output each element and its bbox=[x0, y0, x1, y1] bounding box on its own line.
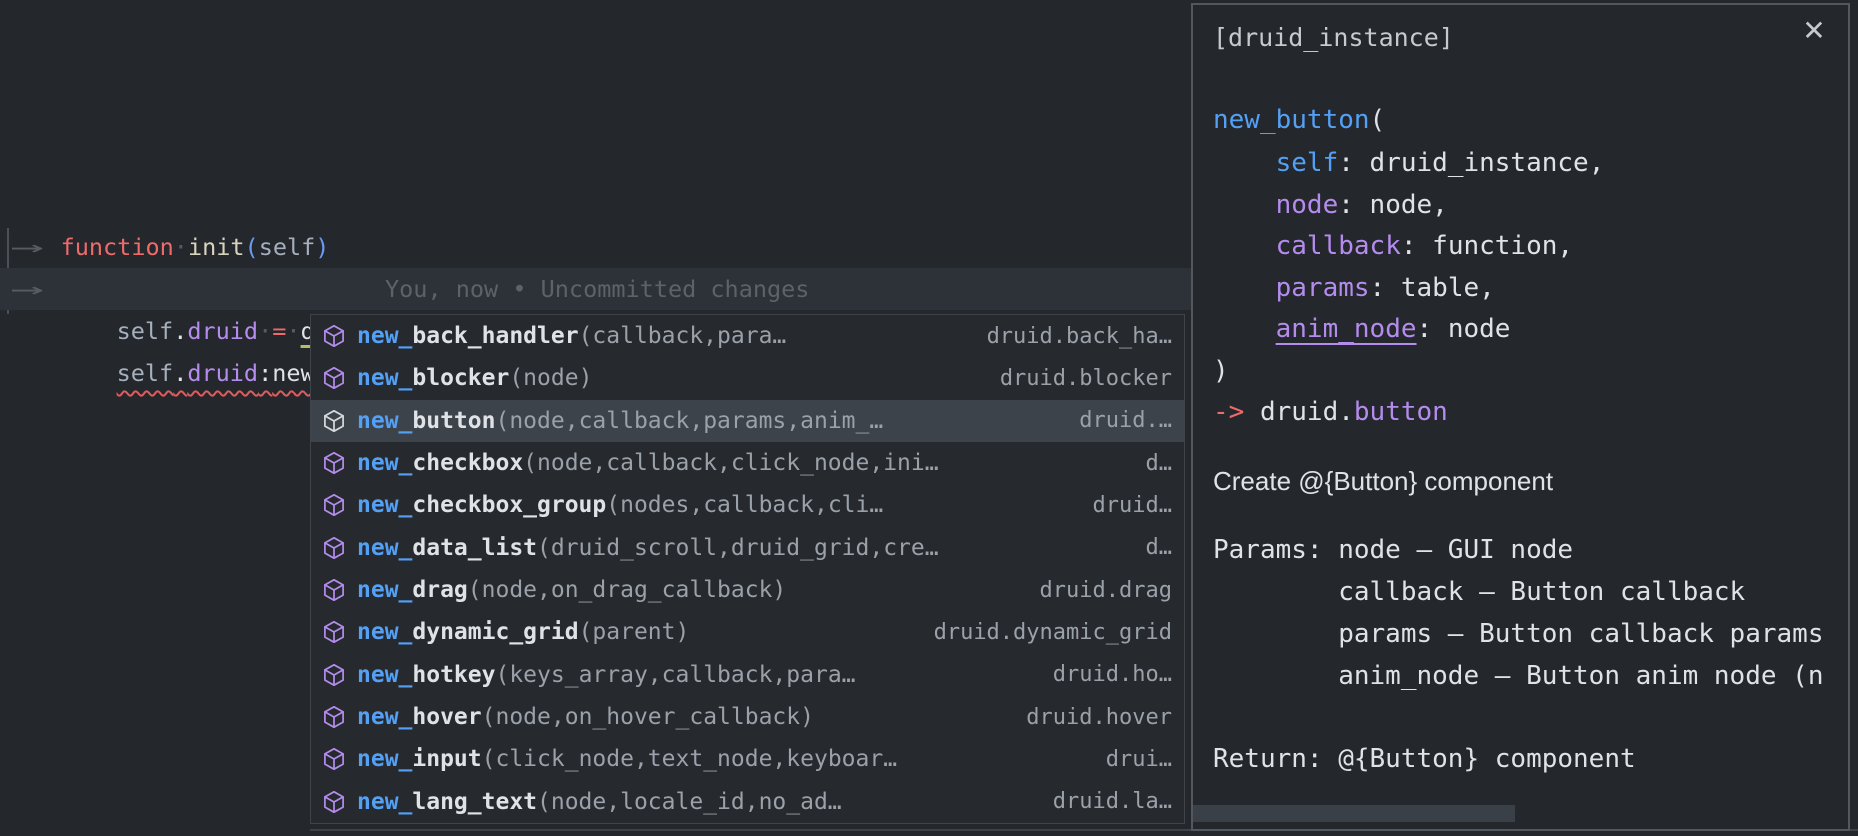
doc-line: callback — Button callback bbox=[1213, 571, 1745, 614]
completion-module: druid.la… bbox=[1035, 789, 1172, 814]
package-icon bbox=[321, 789, 347, 815]
package-icon bbox=[321, 323, 347, 349]
completion-item[interactable]: new_checkbox_group(nodes,callback,cli… dr… bbox=[311, 484, 1184, 526]
completion-label: new_button(node,callback,params,anim_… bbox=[357, 408, 883, 434]
completion-label: new_input(click_node,text_node,keyboar… bbox=[357, 746, 897, 772]
doc-line: anim_node: node bbox=[1213, 308, 1510, 351]
doc-line: self: druid_instance, bbox=[1213, 142, 1604, 185]
completion-label: new_lang_text(node,locale_id,no_ad… bbox=[357, 789, 842, 815]
package-icon bbox=[321, 746, 347, 772]
completion-label: new_hotkey(keys_array,callback,para… bbox=[357, 662, 856, 688]
doc-line: Create @{Button} component bbox=[1213, 460, 1553, 503]
package-icon bbox=[321, 577, 347, 603]
package-icon bbox=[321, 662, 347, 688]
code-editor-window: function·init(self) → self.druid·=·druid… bbox=[0, 0, 1858, 836]
completion-item[interactable]: new_back_handler(callback,para… druid.bac… bbox=[311, 315, 1184, 357]
package-icon bbox=[321, 450, 347, 476]
completion-label: new_data_list(druid_scroll,druid_grid,cr… bbox=[357, 535, 939, 561]
doc-panel: [druid_instance] ✕ new_button( self: dru… bbox=[1191, 3, 1850, 831]
package-icon bbox=[321, 365, 347, 391]
autocomplete-popup: new_back_handler(callback,para… druid.bac… bbox=[310, 314, 1185, 824]
completion-label: new_checkbox(node,callback,click_node,in… bbox=[357, 450, 939, 476]
package-icon bbox=[321, 535, 347, 561]
doc-line: callback: function, bbox=[1213, 225, 1573, 268]
completion-module: druid… bbox=[1075, 493, 1172, 518]
doc-title: [druid_instance] bbox=[1213, 17, 1454, 59]
completion-module: druid.drag bbox=[1022, 578, 1172, 603]
doc-line: anim_node — Button anim node (n bbox=[1213, 655, 1823, 698]
completion-label: new_back_handler(callback,para… bbox=[357, 323, 786, 349]
completion-module: druid.ho… bbox=[1035, 662, 1172, 687]
completion-module: d… bbox=[1128, 535, 1173, 560]
completion-item[interactable]: new_dynamic_grid(parent) druid.dynamic_gr… bbox=[311, 611, 1184, 653]
doc-line: params: table, bbox=[1213, 267, 1495, 310]
completion-module: d… bbox=[1128, 451, 1173, 476]
tab-whitespace-icon: → bbox=[10, 268, 44, 310]
doc-line: -> druid.button bbox=[1213, 391, 1448, 434]
git-blame-annotation: You, now • Uncommitted changes bbox=[385, 268, 809, 310]
doc-line: Params: node — GUI node bbox=[1213, 529, 1573, 572]
completion-label: new_checkbox_group(nodes,callback,cli… bbox=[357, 492, 883, 518]
completion-label: new_dynamic_grid(parent) bbox=[357, 619, 689, 645]
completion-module: druid.blocker bbox=[982, 366, 1172, 391]
completion-item[interactable]: new_checkbox(node,callback,click_node,in… bbox=[311, 442, 1184, 484]
code-line-current[interactable]: → self.druid:new You, now • Uncommitted … bbox=[0, 268, 1191, 310]
completion-module: drui… bbox=[1088, 747, 1172, 772]
completion-item[interactable]: new_hotkey(keys_array,callback,para… drui… bbox=[311, 654, 1184, 696]
package-icon bbox=[321, 704, 347, 730]
completion-label: new_drag(node,on_drag_callback) bbox=[357, 577, 786, 603]
completion-item[interactable]: new_lang_text(node,locale_id,no_ad… druid… bbox=[311, 781, 1184, 823]
package-icon bbox=[321, 492, 347, 518]
code-text-error: self.druid:new bbox=[117, 359, 315, 387]
doc-line: node: node, bbox=[1213, 184, 1448, 227]
code-line[interactable]: → self.druid·=·druid.new(self) bbox=[0, 226, 513, 268]
completion-item[interactable]: new_blocker(node) druid.blocker bbox=[311, 357, 1184, 399]
tab-whitespace-icon: → bbox=[10, 226, 44, 268]
completion-module: druid.back_ha… bbox=[969, 324, 1172, 349]
close-icon: ✕ bbox=[1802, 14, 1825, 47]
completion-item[interactable]: new_data_list(druid_scroll,druid_grid,cr… bbox=[311, 527, 1184, 569]
completion-item[interactable]: new_button(node,callback,params,anim_… dr… bbox=[311, 400, 1184, 442]
code-line[interactable]: function·init(self) bbox=[0, 184, 329, 226]
horizontal-scrollbar-thumb[interactable] bbox=[1193, 805, 1515, 822]
completion-item[interactable]: new_input(click_node,text_node,keyboar… d… bbox=[311, 738, 1184, 780]
close-button[interactable]: ✕ bbox=[1794, 11, 1834, 51]
completion-label: new_hover(node,on_hover_callback) bbox=[357, 704, 814, 730]
doc-line: new_button( bbox=[1213, 99, 1385, 142]
doc-line: params — Button callback params bbox=[1213, 613, 1823, 656]
package-icon bbox=[321, 408, 347, 434]
completion-module: druid.… bbox=[1061, 408, 1172, 433]
completion-module: druid.dynamic_grid bbox=[916, 620, 1172, 645]
completion-module: druid.hover bbox=[1008, 705, 1172, 730]
package-icon bbox=[321, 619, 347, 645]
completion-label: new_blocker(node) bbox=[357, 365, 592, 391]
doc-line: Return: @{Button} component bbox=[1213, 738, 1636, 781]
completion-item[interactable]: new_drag(node,on_drag_callback) druid.dra… bbox=[311, 569, 1184, 611]
completion-item[interactable]: new_hover(node,on_hover_callback) druid.h… bbox=[311, 696, 1184, 738]
doc-line: ) bbox=[1213, 350, 1229, 393]
